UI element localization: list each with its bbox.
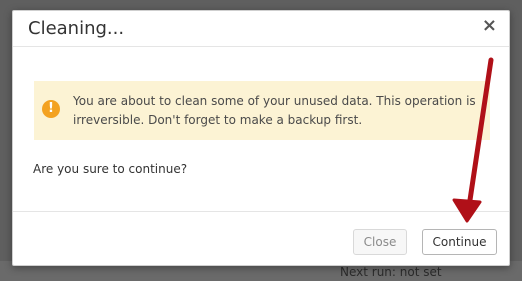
warning-alert: You are about to clean some of your unus… — [34, 81, 490, 140]
dialog-footer: Close Continue — [13, 211, 509, 266]
close-button[interactable]: Close — [353, 229, 407, 255]
dialog-header: Cleaning... × — [13, 11, 509, 47]
close-icon[interactable]: × — [482, 17, 497, 35]
confirm-question: Are you sure to continue? — [33, 162, 188, 176]
warning-circle-icon — [42, 100, 60, 118]
backdrop-next-run: Next run: not set — [340, 265, 442, 279]
cleaning-dialog: Cleaning... × You are about to clean som… — [12, 10, 510, 266]
next-run-label: Next run: — [340, 265, 396, 279]
warning-alert-text: You are about to clean some of your unus… — [73, 94, 476, 127]
continue-button[interactable]: Continue — [422, 229, 497, 255]
next-run-value: not set — [399, 265, 442, 279]
dialog-title: Cleaning... — [28, 18, 125, 39]
